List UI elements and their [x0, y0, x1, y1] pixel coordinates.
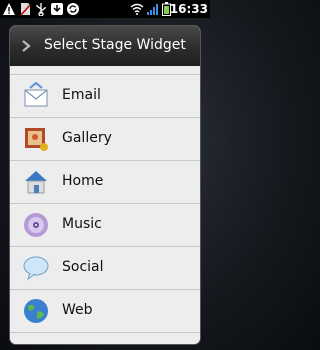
list-item-music[interactable]: Music	[10, 204, 200, 247]
list-item-home[interactable]: Home	[10, 161, 200, 204]
list-item-label: Social	[62, 259, 104, 275]
usb-icon	[36, 3, 46, 16]
download-icon	[51, 3, 63, 15]
list-item-label: Home	[62, 173, 104, 189]
warning-icon	[3, 3, 15, 15]
list-item-label: Music	[62, 216, 102, 232]
social-icon	[23, 256, 49, 281]
select-stage-widget-dialog: Select Stage Widget Email Gallery Home M…	[10, 26, 200, 344]
sync-icon	[67, 3, 79, 15]
wifi-icon	[130, 3, 144, 15]
chevron-right-icon	[22, 40, 31, 52]
list-item-social[interactable]: Social	[10, 247, 200, 290]
music-icon	[24, 213, 48, 237]
list-item-label: Email	[62, 87, 101, 103]
sd-card-icon	[20, 3, 31, 16]
list-item-web[interactable]: Web	[10, 290, 200, 333]
clock: 16:33	[169, 2, 208, 16]
web-icon	[24, 299, 48, 323]
list-item-partial[interactable]	[10, 66, 200, 75]
list-item-email[interactable]: Email	[10, 75, 200, 118]
email-icon	[24, 82, 48, 107]
list-item-gallery[interactable]: Gallery	[10, 118, 200, 161]
status-bar: 16:33	[0, 0, 210, 18]
gallery-icon	[25, 128, 48, 151]
signal-icon	[147, 4, 158, 15]
dialog-header: Select Stage Widget	[10, 26, 200, 67]
home-icon	[25, 171, 47, 194]
widget-list[interactable]: Email Gallery Home Music Social Web	[10, 66, 200, 344]
list-item-label: Gallery	[62, 130, 112, 146]
dialog-title: Select Stage Widget	[44, 37, 186, 53]
list-item-label: Web	[62, 302, 93, 318]
